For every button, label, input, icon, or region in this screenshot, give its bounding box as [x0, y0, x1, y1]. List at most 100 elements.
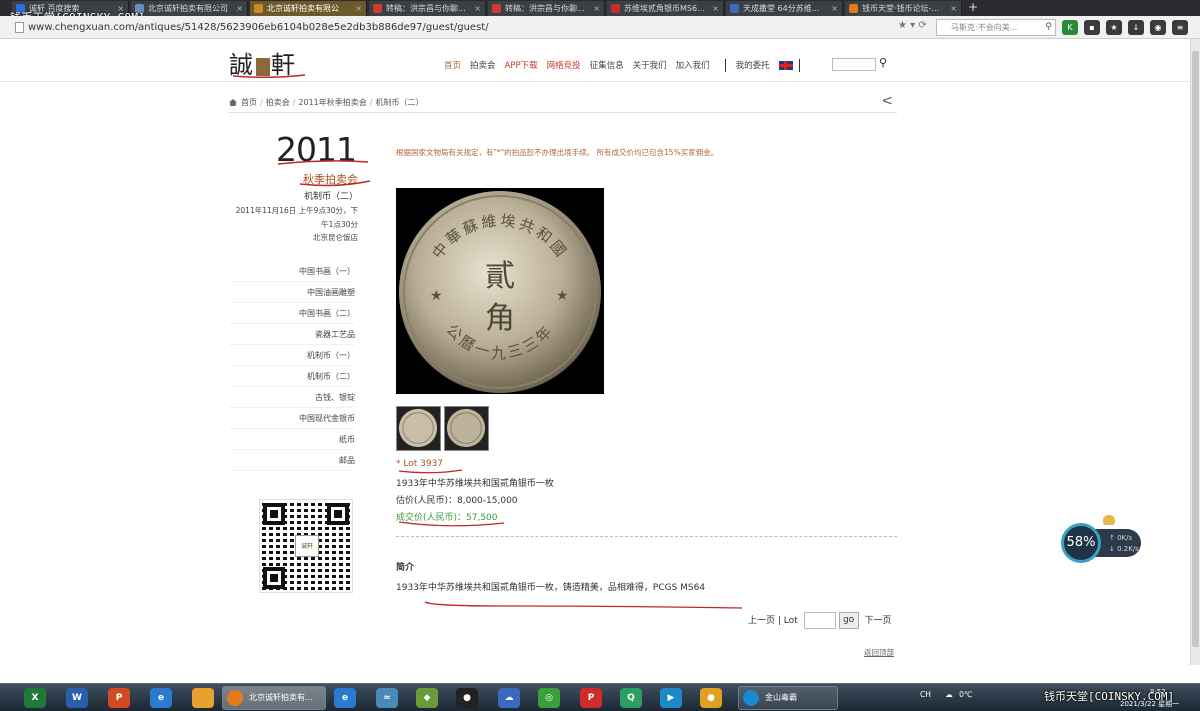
nav-item[interactable]: 网络竞投 — [547, 61, 581, 71]
upload-rate: ↑ 0K/s — [1109, 534, 1133, 542]
browser-tab[interactable]: 转稿：洪宗昌与你聊... × — [488, 1, 605, 16]
ie-icon[interactable]: e — [334, 688, 356, 708]
breadcrumb-item[interactable]: 2011年秋季拍卖会 — [298, 98, 366, 107]
browser-tab[interactable]: 北京诚轩拍卖有限公 × — [250, 1, 367, 16]
browser-tab[interactable]: 苏维埃贰角银币MS6... × — [607, 1, 724, 16]
browser-tab[interactable]: 天成撒堂 64分苏维... × — [726, 1, 843, 16]
category-link[interactable]: 机制币（一） — [229, 345, 355, 366]
qr-finder — [263, 567, 285, 589]
nav-item[interactable]: 拍卖会 — [470, 61, 496, 71]
taskbar-app-icon[interactable]: e — [150, 688, 172, 708]
lot-underline — [398, 469, 463, 474]
nav-item[interactable]: 征集信息 — [590, 61, 624, 71]
pdf-icon[interactable]: P — [580, 688, 602, 708]
category-link[interactable]: 机制币（二） — [229, 366, 355, 387]
browser-icon — [227, 690, 243, 706]
tab-close-icon[interactable]: × — [593, 1, 600, 16]
download-icon[interactable]: ↓ — [1128, 20, 1144, 35]
browser-tab[interactable]: 钱币天堂·钱币论坛-... × — [845, 1, 962, 16]
qq-icon[interactable]: ● — [456, 688, 478, 708]
season-underline — [299, 180, 371, 187]
breadcrumb-item[interactable]: 拍卖会 — [266, 98, 290, 107]
lot-jump-input[interactable] — [803, 612, 836, 629]
nav-item[interactable]: 首页 — [444, 61, 461, 71]
tab-label: 北京诚轩拍卖有限公司 — [148, 4, 228, 13]
search-icon[interactable]: ⚲ — [1045, 20, 1052, 35]
game-icon[interactable]: ◉ — [1150, 20, 1166, 35]
taskbar-app-icon[interactable] — [192, 688, 214, 708]
coin-thumb-image — [446, 408, 486, 448]
taskbar-app-icon[interactable]: X — [24, 688, 46, 708]
tab-close-icon[interactable]: × — [355, 1, 362, 16]
star-icon[interactable]: ★ ▾ ⟳ — [898, 20, 927, 31]
nav-item[interactable]: APP下载 — [505, 61, 538, 71]
penguin-icon[interactable]: ● — [700, 688, 722, 708]
back-arrow-icon[interactable]: < — [881, 93, 893, 109]
taskbar-task-browser[interactable]: 北京诚轩拍卖有... — [222, 686, 326, 710]
extension-icon[interactable]: K — [1062, 20, 1078, 35]
next-page-link[interactable]: 下一页 — [864, 616, 891, 626]
network-speed-widget[interactable]: 58% ↑ 0K/s ↓ 0.2K/s — [1061, 515, 1143, 563]
tab-close-icon[interactable]: × — [712, 1, 719, 16]
tab-close-icon[interactable]: × — [831, 1, 838, 16]
english-flag-icon[interactable] — [778, 61, 793, 70]
coin-thumbnail-reverse[interactable] — [444, 406, 489, 451]
wechat-icon[interactable]: ◎ — [538, 688, 560, 708]
logo-underline — [232, 74, 306, 79]
taskbar-app-icon[interactable]: W — [66, 688, 88, 708]
nav-item[interactable]: 关于我们 — [633, 61, 667, 71]
site-header: 誠軒 首页 拍卖会 APP下载 网络竞投 征集信息 关于我们 加入我们 我的委托 ⚲ — [0, 39, 1190, 82]
breadcrumb-item[interactable]: 机制币（二） — [375, 98, 423, 107]
taskbar-app-icon[interactable]: P — [108, 688, 130, 708]
category-link[interactable]: 纸币 — [229, 429, 355, 450]
scrollbar-thumb[interactable] — [1192, 51, 1199, 647]
coin-thumbnail-obverse[interactable] — [396, 406, 441, 451]
url-text: www.chengxuan.com/antiques/51428/5623906… — [28, 22, 489, 33]
go-button[interactable]: go — [838, 612, 859, 629]
browser-tab[interactable]: 北京诚轩拍卖有限公司 × — [131, 1, 248, 16]
network-icon[interactable]: ≈ — [376, 688, 398, 708]
new-tab-button[interactable]: + — [968, 0, 978, 15]
tab-close-icon[interactable]: × — [236, 1, 243, 16]
lot-label: Lot — [783, 616, 798, 626]
category-link[interactable]: 中国油画雕塑 — [229, 282, 355, 303]
app-icon[interactable]: ◆ — [416, 688, 438, 708]
category-link[interactable]: 中国现代金银币 — [229, 408, 355, 429]
site-search-icon[interactable]: ⚲ — [879, 56, 887, 69]
player-icon[interactable]: ▶ — [660, 688, 682, 708]
taskbar-task-antivirus[interactable]: 金山毒霸 — [738, 686, 838, 710]
weather-icon[interactable]: ☁ — [945, 690, 953, 699]
qr-code: 诚轩 — [259, 499, 353, 593]
browser-tab[interactable]: 转稿：洪宗昌与你聊... × — [369, 1, 486, 16]
category-link[interactable]: 古钱、银锭 — [229, 387, 355, 408]
cloud-icon[interactable]: ☁ — [498, 688, 520, 708]
menu-icon[interactable]: ≡ — [1172, 20, 1188, 35]
category-link[interactable]: 瓷器工艺品 — [229, 324, 355, 345]
back-to-top-link[interactable]: 返回顶部 — [864, 647, 894, 658]
tab-close-icon[interactable]: × — [950, 1, 957, 16]
site-search-input[interactable] — [832, 58, 876, 71]
vertical-scrollbar[interactable] — [1190, 39, 1200, 665]
prev-page-link[interactable]: 上一页 — [748, 616, 775, 626]
intro-underline — [424, 601, 743, 609]
tab-close-icon[interactable]: × — [474, 1, 481, 16]
tab-favicon-icon — [611, 4, 620, 13]
breadcrumb-separator: / — [260, 98, 263, 107]
category-link[interactable]: 中国书画（二） — [229, 303, 355, 324]
tab-favicon-icon — [492, 4, 501, 13]
coin-center-top: 貳 — [485, 259, 515, 294]
breadcrumb-item[interactable]: 首页 — [241, 98, 257, 107]
coin-main-image[interactable]: 中華蘇維埃共和國 公曆一九三三年 貳 角 ★ ★ — [396, 188, 604, 394]
nav-my-consign[interactable]: 我的委托 — [736, 61, 770, 71]
auction-session: 机制币（二） — [303, 192, 358, 202]
tray-lang[interactable]: CH — [920, 690, 931, 699]
iqiyi-icon[interactable]: Q — [620, 688, 642, 708]
url-field[interactable]: www.chengxuan.com/antiques/51428/5623906… — [14, 20, 918, 35]
browser-search-input[interactable]: 马斯克:不会向美... ⚲ — [936, 19, 1056, 36]
category-link[interactable]: 邮品 — [229, 450, 355, 471]
nav-item[interactable]: 加入我们 — [676, 61, 710, 71]
lock-icon[interactable]: ▪ — [1084, 20, 1100, 35]
category-link[interactable]: 中国书画（一） — [229, 261, 355, 282]
home-icon[interactable] — [229, 99, 237, 106]
favorites-icon[interactable]: ★ — [1106, 20, 1122, 35]
